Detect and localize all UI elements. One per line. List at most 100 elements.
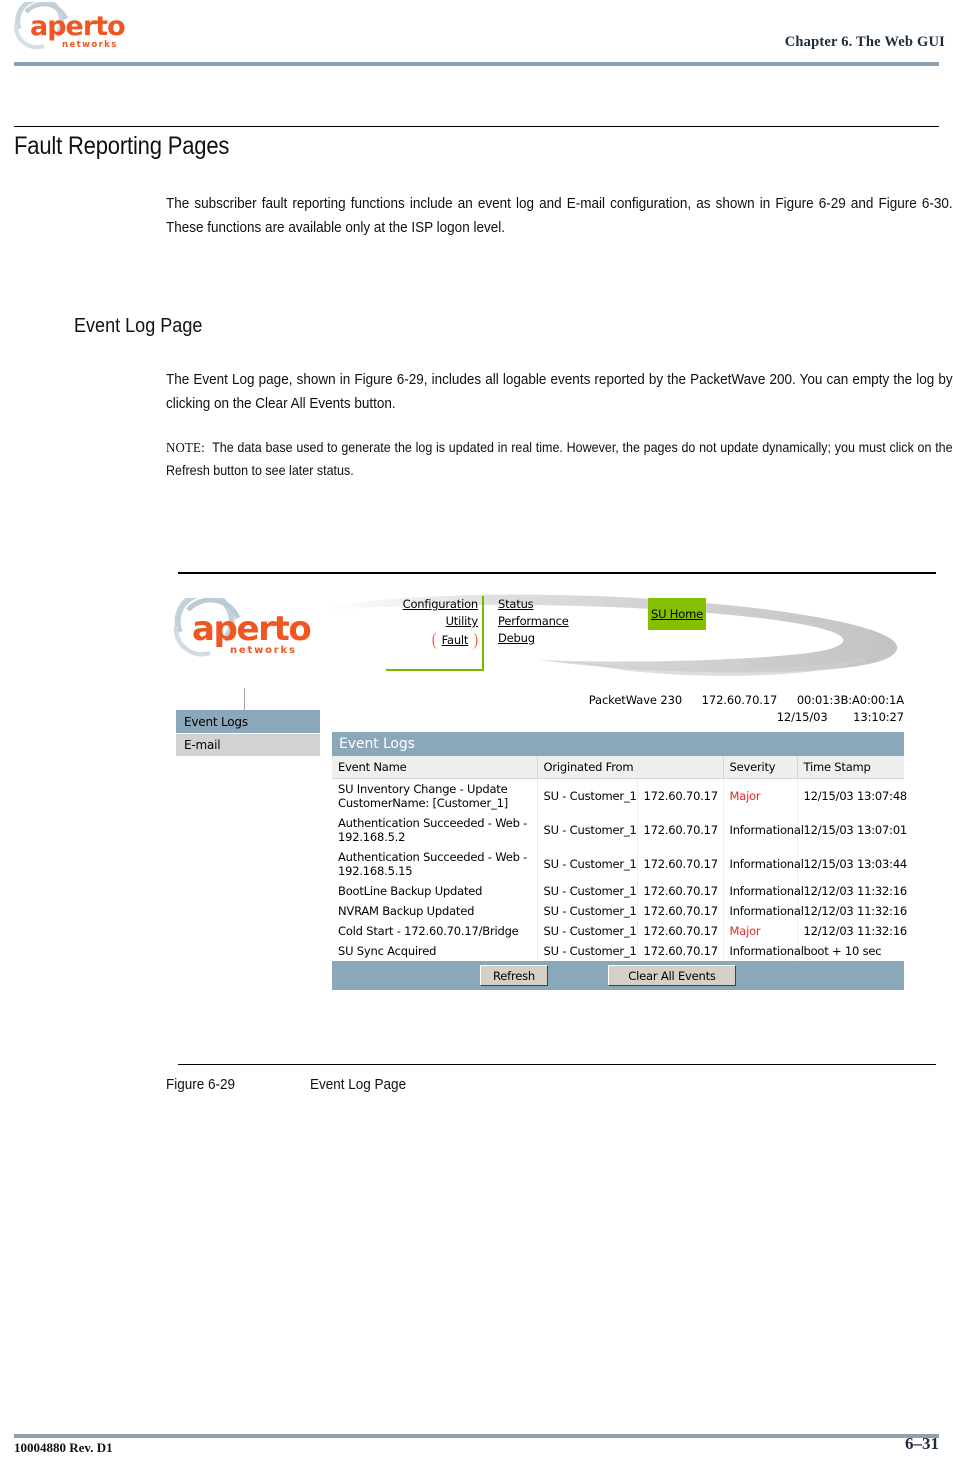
su-home-button[interactable]: SU Home xyxy=(648,598,706,630)
nav-secondary-group: Status Performance Debug xyxy=(498,596,608,647)
table-header-row: Event Name Originated From Severity Time… xyxy=(332,756,904,779)
cell-time-stamp: 12/12/03 11:32:16 xyxy=(797,881,907,901)
note-label: NOTE: xyxy=(166,441,205,456)
page-number: 6–31 xyxy=(905,1434,939,1453)
svg-text:networks: networks xyxy=(62,40,118,50)
page-header: aperto networks Chapter 6. The Web GUI xyxy=(0,0,953,70)
footer-rule xyxy=(14,1434,939,1438)
panel-footer: Refresh Clear All Events xyxy=(332,961,904,990)
column-header-severity: Severity xyxy=(723,756,798,779)
cell-event-name: Authentication Succeeded - Web - 192.168… xyxy=(332,813,538,847)
device-date: 12/15/03 xyxy=(776,710,828,724)
figure-number: Figure 6-29 xyxy=(166,1076,236,1093)
cell-event-name: NVRAM Backup Updated xyxy=(332,901,538,921)
cell-time-stamp: boot + 10 sec xyxy=(797,941,904,961)
cell-originated-from: SU - Customer_1 xyxy=(537,778,638,813)
sidebar-item-email[interactable]: E-mail xyxy=(176,733,320,756)
nav-item-status[interactable]: Status xyxy=(498,596,608,613)
subsection-title: Event Log Page xyxy=(74,314,203,337)
event-logs-panel: Event Logs Event Name Originated From Se… xyxy=(332,732,907,990)
nav-item-fault[interactable]: Fault xyxy=(442,633,469,647)
table-row: SU Sync Acquired SU - Customer_1 172.60.… xyxy=(332,941,904,961)
cell-ip: 172.60.70.17 xyxy=(637,813,724,847)
aperto-networks-logo: aperto networks xyxy=(14,2,132,52)
column-header-time-stamp: Time Stamp xyxy=(797,756,904,779)
cell-ip: 172.60.70.17 xyxy=(637,778,724,813)
nav-item-debug[interactable]: Debug xyxy=(498,630,608,647)
event-log-web-gui-screenshot: aperto networks Configuration Utility ( … xyxy=(168,580,936,1030)
table-row: Authentication Succeeded - Web - 192.168… xyxy=(332,813,907,847)
column-header-event-name: Event Name xyxy=(332,756,538,779)
refresh-button[interactable]: Refresh xyxy=(480,965,548,986)
cell-ip: 172.60.70.17 xyxy=(637,921,724,941)
cell-event-name: SU Sync Acquired xyxy=(332,941,538,961)
nav-item-configuration[interactable]: Configuration xyxy=(386,596,479,613)
table-row: Authentication Succeeded - Web - 192.168… xyxy=(332,847,907,881)
device-ip: 172.60.70.17 xyxy=(701,693,778,707)
cell-originated-from: SU - Customer_1 xyxy=(537,941,638,961)
svg-text:networks: networks xyxy=(230,645,297,656)
cell-event-name: BootLine Backup Updated xyxy=(332,881,538,901)
section-rule xyxy=(14,126,939,127)
cell-originated-from: SU - Customer_1 xyxy=(537,921,638,941)
sidebar-connector-line xyxy=(244,688,245,710)
cell-severity: Informational xyxy=(723,813,804,847)
chapter-title: Chapter 6. The Web GUI xyxy=(784,34,945,50)
figure-title: Event Log Page xyxy=(310,1076,407,1093)
cell-time-stamp: 12/12/03 11:32:16 xyxy=(797,921,907,941)
device-mac: 00:01:3B:A0:00:1A xyxy=(796,693,904,707)
subsection-paragraph: The Event Log page, shown in Figure 6-29… xyxy=(166,371,953,412)
header-rule xyxy=(14,62,939,66)
device-info-row-2: 12/15/03 13:10:27 xyxy=(548,709,904,726)
nav-primary-group: Configuration Utility ( Fault ) xyxy=(386,596,484,671)
event-logs-table: Event Name Originated From Severity Time… xyxy=(332,756,907,961)
cell-ip: 172.60.70.17 xyxy=(637,901,724,921)
sidebar-item-event-logs[interactable]: Event Logs xyxy=(176,710,320,733)
cell-severity: Informational xyxy=(723,901,804,921)
table-row: SU Inventory Change - Update CustomerNam… xyxy=(332,778,907,813)
nav-item-performance[interactable]: Performance xyxy=(498,613,608,630)
event-logs-table-body: SU Inventory Change - Update CustomerNam… xyxy=(332,778,907,961)
device-model: PacketWave 230 xyxy=(588,693,683,707)
device-info-row-1: PacketWave 230 172.60.70.17 00:01:3B:A0:… xyxy=(548,692,904,709)
cell-severity: Major xyxy=(723,778,798,813)
device-info: PacketWave 230 172.60.70.17 00:01:3B:A0:… xyxy=(548,692,904,726)
figure-caption: Figure 6-29 Event Log Page xyxy=(166,1076,406,1093)
cell-severity: Informational xyxy=(723,941,804,961)
note-text: The data base used to generate the log i… xyxy=(166,440,953,478)
table-row: BootLine Backup Updated SU - Customer_1 … xyxy=(332,881,907,901)
cell-ip: 172.60.70.17 xyxy=(637,881,724,901)
document-id: 10004880 Rev. D1 xyxy=(14,1440,113,1455)
page-title: Fault Reporting Pages xyxy=(14,132,230,160)
aperto-networks-logo: aperto networks xyxy=(172,598,328,660)
clear-all-events-button-label: Clear All Events xyxy=(628,968,716,983)
clear-all-events-button[interactable]: Clear All Events xyxy=(608,965,736,986)
cell-time-stamp: 12/12/03 11:32:16 xyxy=(797,901,907,921)
sidebar-item-label: Event Logs xyxy=(184,714,248,729)
cell-severity: Informational xyxy=(723,847,804,881)
table-row: Cold Start - 172.60.70.17/Bridge SU - Cu… xyxy=(332,921,907,941)
cell-event-name: Authentication Succeeded - Web - 192.168… xyxy=(332,847,538,881)
left-paren-marker: ( xyxy=(431,631,437,650)
note-block: NOTE: The data base used to generate the… xyxy=(166,437,953,482)
column-header-originated-from: Originated From xyxy=(537,756,724,779)
panel-title: Event Logs xyxy=(332,732,904,756)
cell-ip: 172.60.70.17 xyxy=(637,847,724,881)
svg-text:aperto: aperto xyxy=(30,11,125,42)
table-row: NVRAM Backup Updated SU - Customer_1 172… xyxy=(332,901,907,921)
sidebar: Event Logs E-mail xyxy=(176,710,320,756)
figure-bottom-rule xyxy=(178,1064,936,1065)
right-paren-marker: ) xyxy=(473,631,478,650)
cell-originated-from: SU - Customer_1 xyxy=(537,901,638,921)
sidebar-item-label: E-mail xyxy=(184,738,221,752)
su-home-label: SU Home xyxy=(651,607,703,621)
nav-item-utility[interactable]: Utility xyxy=(386,613,479,630)
figure-top-rule xyxy=(178,572,936,574)
cell-time-stamp: 12/15/03 13:07:01 xyxy=(797,813,907,847)
nav-item-fault-row: ( Fault ) xyxy=(386,630,478,650)
cell-event-name: SU Inventory Change - Update CustomerNam… xyxy=(332,778,538,813)
cell-originated-from: SU - Customer_1 xyxy=(537,813,638,847)
cell-event-name: Cold Start - 172.60.70.17/Bridge xyxy=(332,921,538,941)
device-time: 13:10:27 xyxy=(853,710,904,724)
cell-severity: Major xyxy=(723,921,798,941)
